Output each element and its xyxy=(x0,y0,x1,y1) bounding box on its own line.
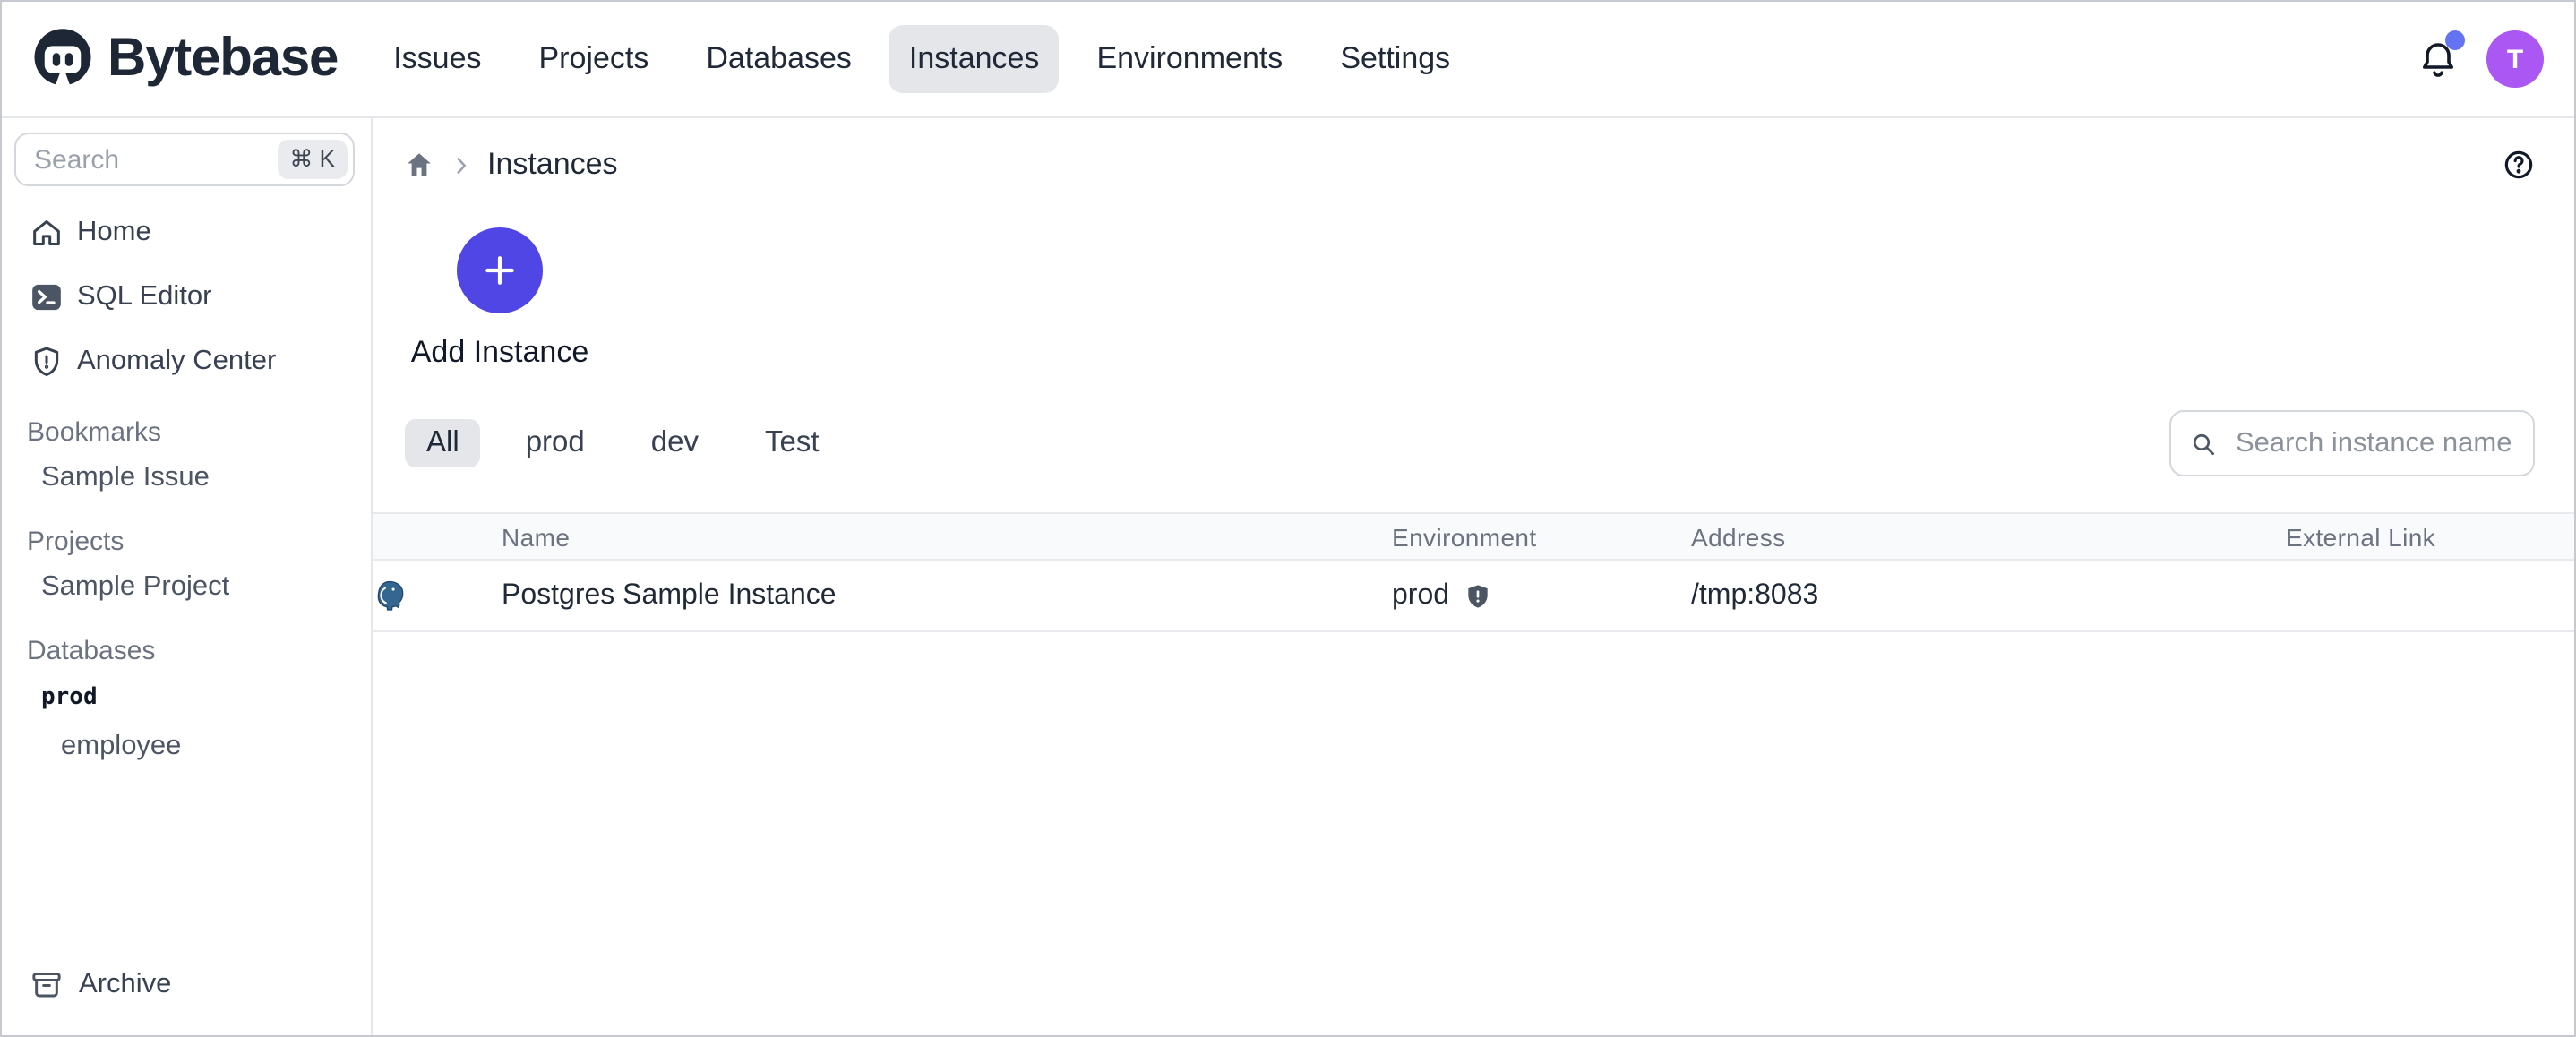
sidebar-item-label: Home xyxy=(77,217,151,249)
filter-tab-prod[interactable]: prod xyxy=(504,419,606,467)
filter-row: All prod dev Test xyxy=(405,410,2535,476)
help-button[interactable] xyxy=(2501,147,2537,183)
archive-label: Archive xyxy=(79,969,171,1001)
breadcrumb-row: Instances xyxy=(403,141,2537,188)
sidebar: ⌘ K Home SQL Editor xyxy=(2,118,373,1035)
sidebar-item-sample-project[interactable]: Sample Project xyxy=(14,562,355,613)
shield-alert-icon xyxy=(29,344,64,380)
user-avatar[interactable]: T xyxy=(2486,30,2544,88)
add-instance-button[interactable] xyxy=(457,227,543,313)
add-instance-label: Add Instance xyxy=(411,335,589,371)
sidebar-item-db-employee[interactable]: employee xyxy=(14,722,355,772)
breadcrumb-current: Instances xyxy=(487,147,618,183)
col-environment: Environment xyxy=(1392,513,1691,560)
instance-name[interactable]: Postgres Sample Instance xyxy=(502,560,1392,631)
bytebase-mascot-icon xyxy=(30,27,95,91)
col-address: Address xyxy=(1691,513,2286,560)
notification-dot xyxy=(2445,30,2465,50)
section-header: Databases xyxy=(14,629,355,672)
filter-tab-test[interactable]: Test xyxy=(743,419,841,467)
notifications-button[interactable] xyxy=(2417,38,2460,81)
breadcrumb: Instances xyxy=(403,147,618,183)
engine-cell xyxy=(373,560,502,631)
sidebar-item-env-prod[interactable]: prod xyxy=(14,672,355,722)
sidebar-item-anomaly-center[interactable]: Anomaly Center xyxy=(14,330,355,394)
table-header-row: Name Environment Address External Link xyxy=(373,513,2574,560)
app-window: Bytebase Issues Projects Databases Insta… xyxy=(0,0,2576,1037)
sidebar-item-sample-issue[interactable]: Sample Issue xyxy=(14,453,355,503)
plus-icon xyxy=(480,251,519,290)
nav-item-settings[interactable]: Settings xyxy=(1320,25,1470,93)
sidebar-item-label: SQL Editor xyxy=(77,281,212,313)
environment-name: prod xyxy=(1392,579,1449,612)
postgresql-icon xyxy=(373,578,407,613)
environment-cell: prod xyxy=(1392,560,1691,631)
sidebar-section-bookmarks: Bookmarks Sample Issue xyxy=(14,410,355,503)
col-engine xyxy=(373,513,502,560)
col-name: Name xyxy=(502,513,1392,560)
main-nav: Issues Projects Databases Instances Envi… xyxy=(374,25,1470,93)
topbar-right: T xyxy=(2417,30,2574,88)
table-row[interactable]: Postgres Sample Instance prod xyxy=(373,560,2574,631)
sidebar-section-projects: Projects Sample Project xyxy=(14,519,355,613)
nav-item-issues[interactable]: Issues xyxy=(374,25,501,93)
col-external-link: External Link xyxy=(2286,513,2574,560)
nav-item-environments[interactable]: Environments xyxy=(1077,25,1302,93)
nav-item-projects[interactable]: Projects xyxy=(519,25,669,93)
brand-name: Bytebase xyxy=(107,29,338,90)
chevron-right-icon xyxy=(450,153,473,176)
section-header: Projects xyxy=(14,519,355,562)
sidebar-item-label: Anomaly Center xyxy=(77,346,276,378)
sidebar-item-home[interactable]: Home xyxy=(14,201,355,265)
sidebar-search: ⌘ K xyxy=(14,133,355,186)
archive-icon xyxy=(29,967,64,1003)
main-content: Instances Add Instance xyxy=(373,118,2574,1035)
brand-logo[interactable]: Bytebase xyxy=(30,27,338,91)
instance-search-box xyxy=(2169,410,2535,476)
section-header: Bookmarks xyxy=(14,410,355,453)
nav-item-databases[interactable]: Databases xyxy=(686,25,872,93)
instance-search-input[interactable] xyxy=(2232,425,2515,461)
help-circle-icon xyxy=(2501,147,2537,183)
filter-tab-dev[interactable]: dev xyxy=(630,419,720,467)
sidebar-section-databases: Databases prod employee xyxy=(14,629,355,772)
top-navigation-bar: Bytebase Issues Projects Databases Insta… xyxy=(2,2,2574,118)
instances-table: Name Environment Address External Link xyxy=(373,512,2574,632)
sidebar-item-archive[interactable]: Archive xyxy=(14,949,355,1021)
address-cell: /tmp:8083 xyxy=(1691,560,2286,631)
external-link-cell xyxy=(2286,560,2574,631)
home-icon xyxy=(29,215,64,251)
add-instance-block: Add Instance xyxy=(414,227,586,371)
avatar-letter: T xyxy=(2507,44,2523,74)
search-shortcut-badge: ⌘ K xyxy=(277,140,348,179)
sidebar-item-sql-editor[interactable]: SQL Editor xyxy=(14,265,355,330)
environment-filter-tabs: All prod dev Test xyxy=(405,419,841,467)
protected-shield-icon xyxy=(1464,581,1492,610)
nav-item-instances[interactable]: Instances xyxy=(889,25,1060,93)
filter-tab-all[interactable]: All xyxy=(405,419,481,467)
sidebar-nav-list: Home SQL Editor Anomal xyxy=(14,201,355,394)
breadcrumb-home-icon[interactable] xyxy=(403,149,435,181)
search-icon xyxy=(2189,429,2218,458)
terminal-icon xyxy=(29,279,64,315)
